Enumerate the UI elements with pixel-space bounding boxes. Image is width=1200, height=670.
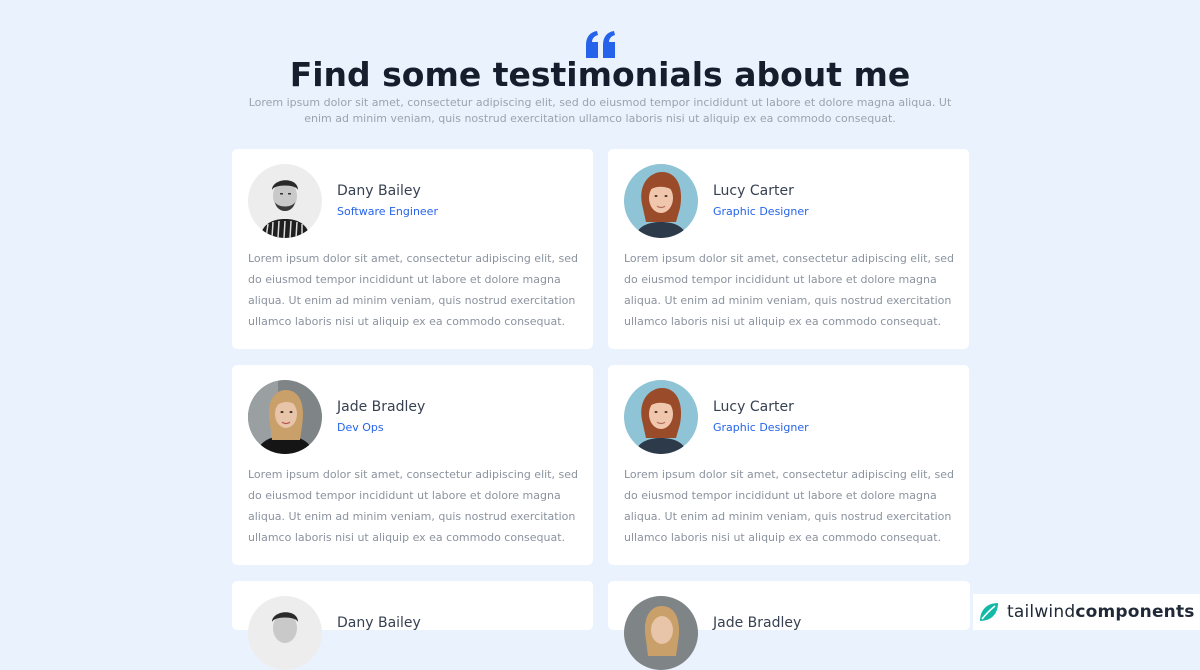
page-title: Find some testimonials about me (289, 55, 911, 94)
avatar (624, 380, 698, 454)
brand-wordmark: tailwindcomponents (1007, 602, 1195, 622)
avatar (248, 596, 322, 670)
testimonial-card: Jade Bradley (608, 581, 970, 670)
author-role: Dev Ops (337, 421, 384, 434)
avatar (248, 380, 322, 454)
testimonial-text: Lorem ipsum dolor sit amet, consectetur … (248, 252, 578, 328)
testimonial-card: Lucy Carter Graphic Designer Lorem ipsum… (608, 149, 969, 349)
tailwindcomponents-badge[interactable]: tailwindcomponents (973, 594, 1200, 630)
author-name: Lucy Carter (713, 399, 794, 415)
testimonial-card: Dany Bailey Software Engineer Lorem ipsu… (232, 149, 593, 349)
author-name: Lucy Carter (713, 183, 794, 199)
page-subtitle: Lorem ipsum dolor sit amet, consectetur … (248, 96, 952, 125)
author-name: Dany Bailey (337, 615, 421, 631)
avatar (624, 596, 698, 670)
avatar (248, 164, 322, 238)
brand-light-text: tailwind (1007, 602, 1076, 622)
testimonial-card: Jade Bradley Dev Ops Lorem ipsum dolor s… (232, 365, 593, 565)
testimonial-text: Lorem ipsum dolor sit amet, consectetur … (624, 468, 954, 544)
tailwind-leaf-icon (980, 603, 998, 621)
testimonial-text: Lorem ipsum dolor sit amet, consectetur … (248, 468, 578, 544)
author-name: Dany Bailey (337, 183, 421, 199)
author-role: Graphic Designer (713, 205, 809, 218)
author-name: Jade Bradley (337, 399, 426, 415)
testimonial-text: Lorem ipsum dolor sit amet, consectetur … (624, 252, 954, 328)
brand-bold-text: components (1075, 602, 1195, 622)
testimonial-card: Lucy Carter Graphic Designer Lorem ipsum… (608, 365, 969, 565)
testimonial-card: Dany Bailey (232, 581, 593, 670)
author-role: Software Engineer (337, 205, 438, 218)
author-role: Graphic Designer (713, 421, 809, 434)
author-name: Jade Bradley (713, 615, 802, 631)
avatar (624, 164, 698, 238)
